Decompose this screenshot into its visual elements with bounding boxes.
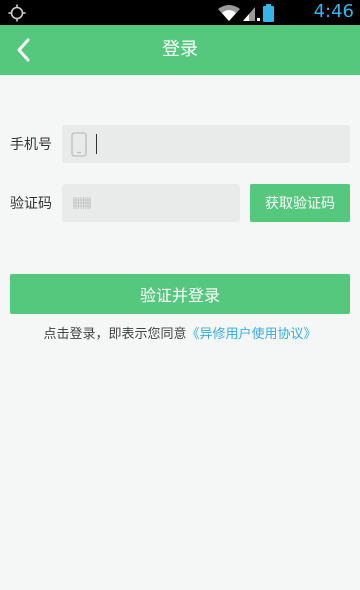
code-input[interactable] bbox=[98, 184, 236, 222]
phone-input[interactable] bbox=[100, 125, 345, 163]
wifi-icon bbox=[218, 5, 240, 21]
code-field[interactable] bbox=[62, 184, 240, 222]
signal-icon bbox=[243, 7, 260, 21]
login-button[interactable]: 验证并登录 bbox=[10, 274, 350, 314]
gps-icon bbox=[8, 4, 26, 22]
get-code-button[interactable]: 获取验证码 bbox=[250, 184, 350, 222]
app-bar: 登录 bbox=[0, 25, 360, 75]
code-label: 验证码 bbox=[10, 196, 52, 212]
back-arrow-icon bbox=[17, 38, 30, 62]
phone-field[interactable] bbox=[62, 125, 350, 163]
status-icons bbox=[218, 4, 274, 22]
phone-icon bbox=[71, 132, 87, 157]
agreement-prefix: 点击登录，即表示您同意 bbox=[43, 327, 187, 342]
phone-label: 手机号 bbox=[10, 137, 52, 153]
status-time: 4:46 bbox=[313, 1, 354, 22]
agreement-link[interactable]: 《异修用户使用协议》 bbox=[187, 327, 317, 342]
page-title: 登录 bbox=[162, 39, 198, 60]
battery-icon bbox=[263, 4, 274, 22]
agreement-text: 点击登录，即表示您同意《异修用户使用协议》 bbox=[0, 325, 360, 345]
back-button[interactable] bbox=[10, 35, 42, 65]
text-cursor bbox=[96, 134, 97, 154]
verification-code-icon bbox=[73, 197, 91, 209]
status-bar: 4:46 bbox=[0, 0, 360, 25]
